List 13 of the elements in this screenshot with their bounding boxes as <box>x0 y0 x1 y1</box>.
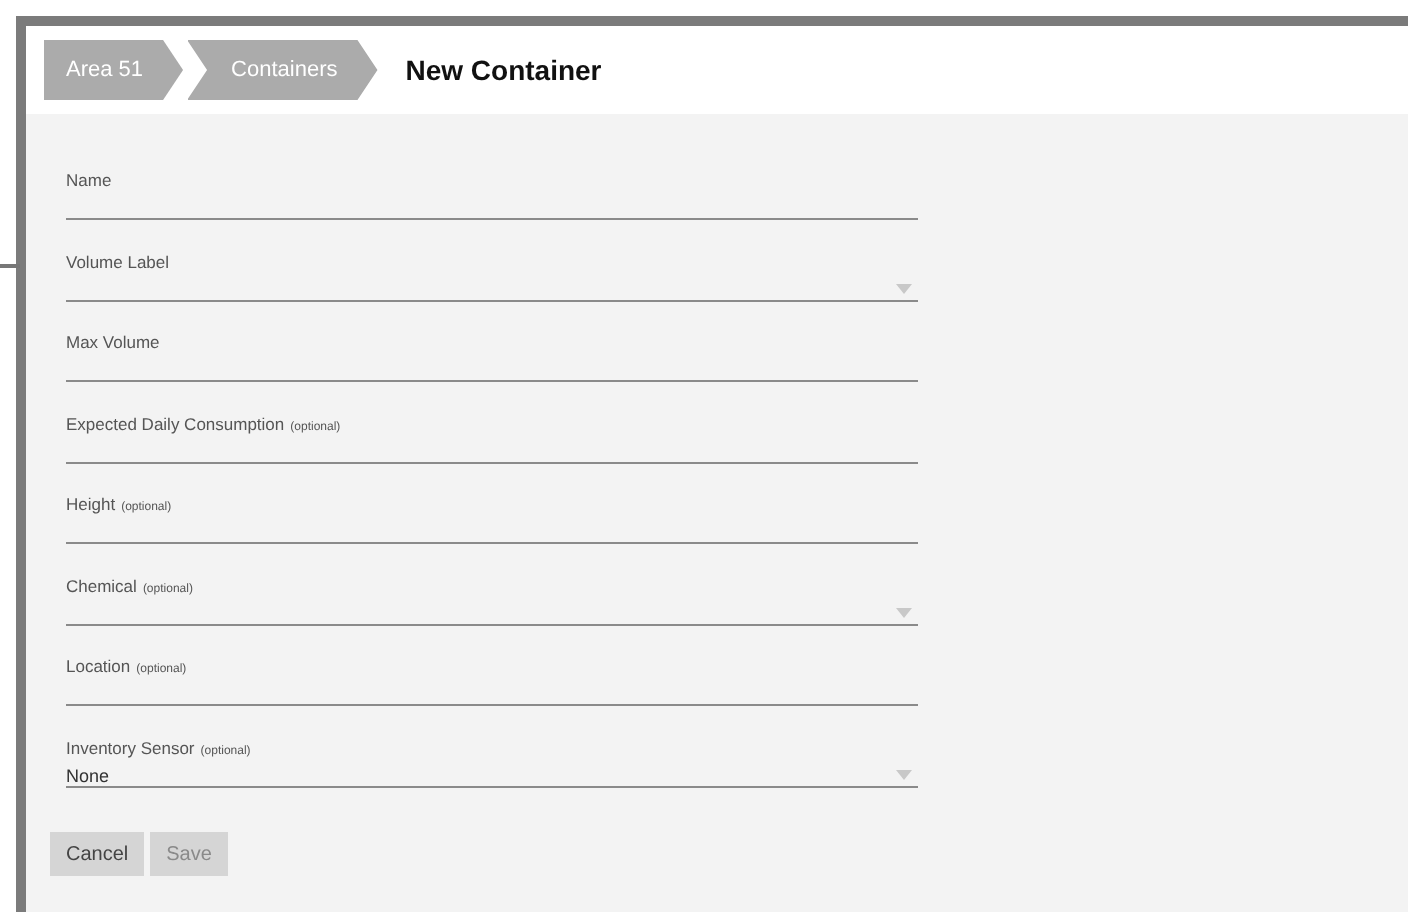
breadcrumb-link[interactable]: Area 51 <box>44 40 184 100</box>
caret-icon <box>896 770 912 780</box>
field-label: Volume Label <box>66 251 172 275</box>
field-label: Max Volume <box>66 332 162 356</box>
page-title: New Container <box>405 54 602 86</box>
field-label: Name <box>66 170 114 194</box>
breadcrumb-link[interactable]: Containers <box>187 40 378 100</box>
caret-icon <box>896 284 912 294</box>
caret-icon <box>896 608 912 618</box>
dropdown-field[interactable] <box>66 279 918 301</box>
form-button[interactable]: Cancel <box>50 832 145 876</box>
dropdown-field[interactable]: None <box>66 765 918 787</box>
dropdown-field[interactable] <box>66 603 918 625</box>
